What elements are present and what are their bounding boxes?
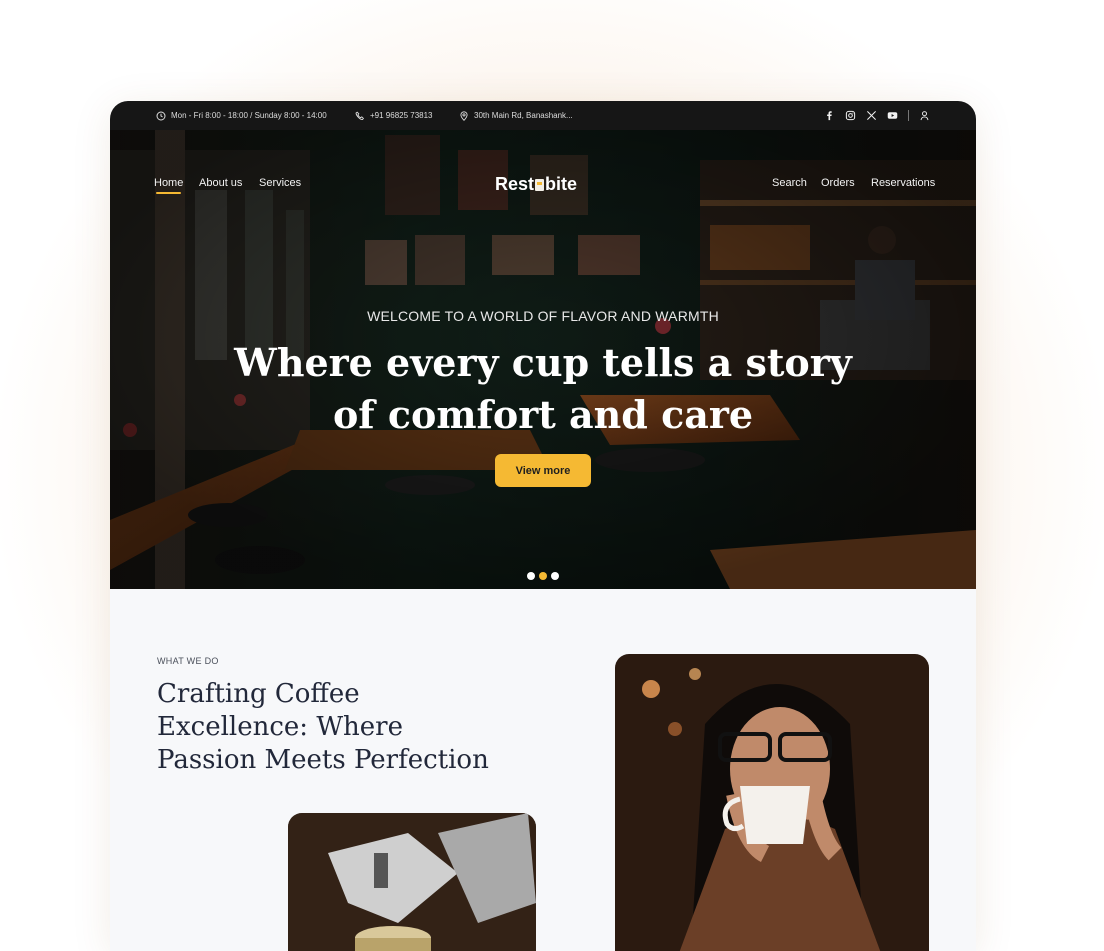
hours-info: Mon - Fri 8:00 - 18:00 / Sunday 8:00 - 1… <box>156 101 327 130</box>
phone-info[interactable]: +91 96825 73813 <box>355 101 433 130</box>
logo-mark-icon <box>535 178 545 191</box>
browser-frame: Mon - Fri 8:00 - 18:00 / Sunday 8:00 - 1… <box>110 101 976 951</box>
address-info[interactable]: 30th Main Rd, Banashank... <box>459 101 573 130</box>
section-title-line-1: Crafting Coffee <box>157 679 360 709</box>
location-pin-icon <box>460 110 468 121</box>
section-title: Crafting Coffee Excellence: Where Passio… <box>157 678 537 777</box>
nav-services[interactable]: Services <box>259 177 301 189</box>
x-twitter-icon[interactable] <box>866 110 877 121</box>
hero-eyebrow: WELCOME TO A WORLD OF FLAVOR AND WARMTH <box>367 308 719 324</box>
hero-section: Home About us Services Rest bite Search … <box>110 130 976 589</box>
nav-reservations[interactable]: Reservations <box>871 177 935 189</box>
hero-headline-line-1: Where every cup tells a story <box>234 340 852 385</box>
nav-about-us[interactable]: About us <box>199 177 242 189</box>
youtube-icon[interactable] <box>887 110 898 121</box>
view-more-button[interactable]: View more <box>495 454 591 487</box>
carousel-dot-2[interactable] <box>539 572 547 580</box>
section-title-line-3: Passion Meets Perfection <box>157 745 489 775</box>
carousel-dots <box>527 572 559 580</box>
section-title-line-2: Excellence: Where <box>157 712 403 742</box>
clock-icon <box>156 111 166 120</box>
address-text: 30th Main Rd, Banashank... <box>474 111 573 120</box>
brand-logo[interactable]: Rest bite <box>495 174 577 195</box>
brand-name-end: bite <box>545 174 578 194</box>
nav-orders[interactable]: Orders <box>821 177 855 189</box>
brand-name-start: Rest <box>495 174 535 194</box>
nav-home[interactable]: Home <box>154 177 183 194</box>
hero-headline-line-2: of comfort and care <box>332 392 754 437</box>
carousel-dot-1[interactable] <box>527 572 535 580</box>
facebook-icon[interactable] <box>824 110 835 121</box>
social-links <box>824 101 930 130</box>
woman-drinking-coffee-photo <box>615 654 929 951</box>
top-info-bar: Mon - Fri 8:00 - 18:00 / Sunday 8:00 - 1… <box>110 101 976 130</box>
coffee-drink-photo <box>288 813 536 951</box>
hero-headline: Where every cup tells a story of comfort… <box>110 337 976 441</box>
social-divider <box>908 110 909 121</box>
nav-search[interactable]: Search <box>772 177 807 189</box>
section-kicker: WHAT WE DO <box>157 656 219 666</box>
user-account-icon[interactable] <box>919 110 930 121</box>
instagram-icon[interactable] <box>845 110 856 121</box>
carousel-dot-3[interactable] <box>551 572 559 580</box>
phone-text: +91 96825 73813 <box>370 111 433 120</box>
hours-text: Mon - Fri 8:00 - 18:00 / Sunday 8:00 - 1… <box>171 111 327 120</box>
phone-icon <box>355 111 364 120</box>
